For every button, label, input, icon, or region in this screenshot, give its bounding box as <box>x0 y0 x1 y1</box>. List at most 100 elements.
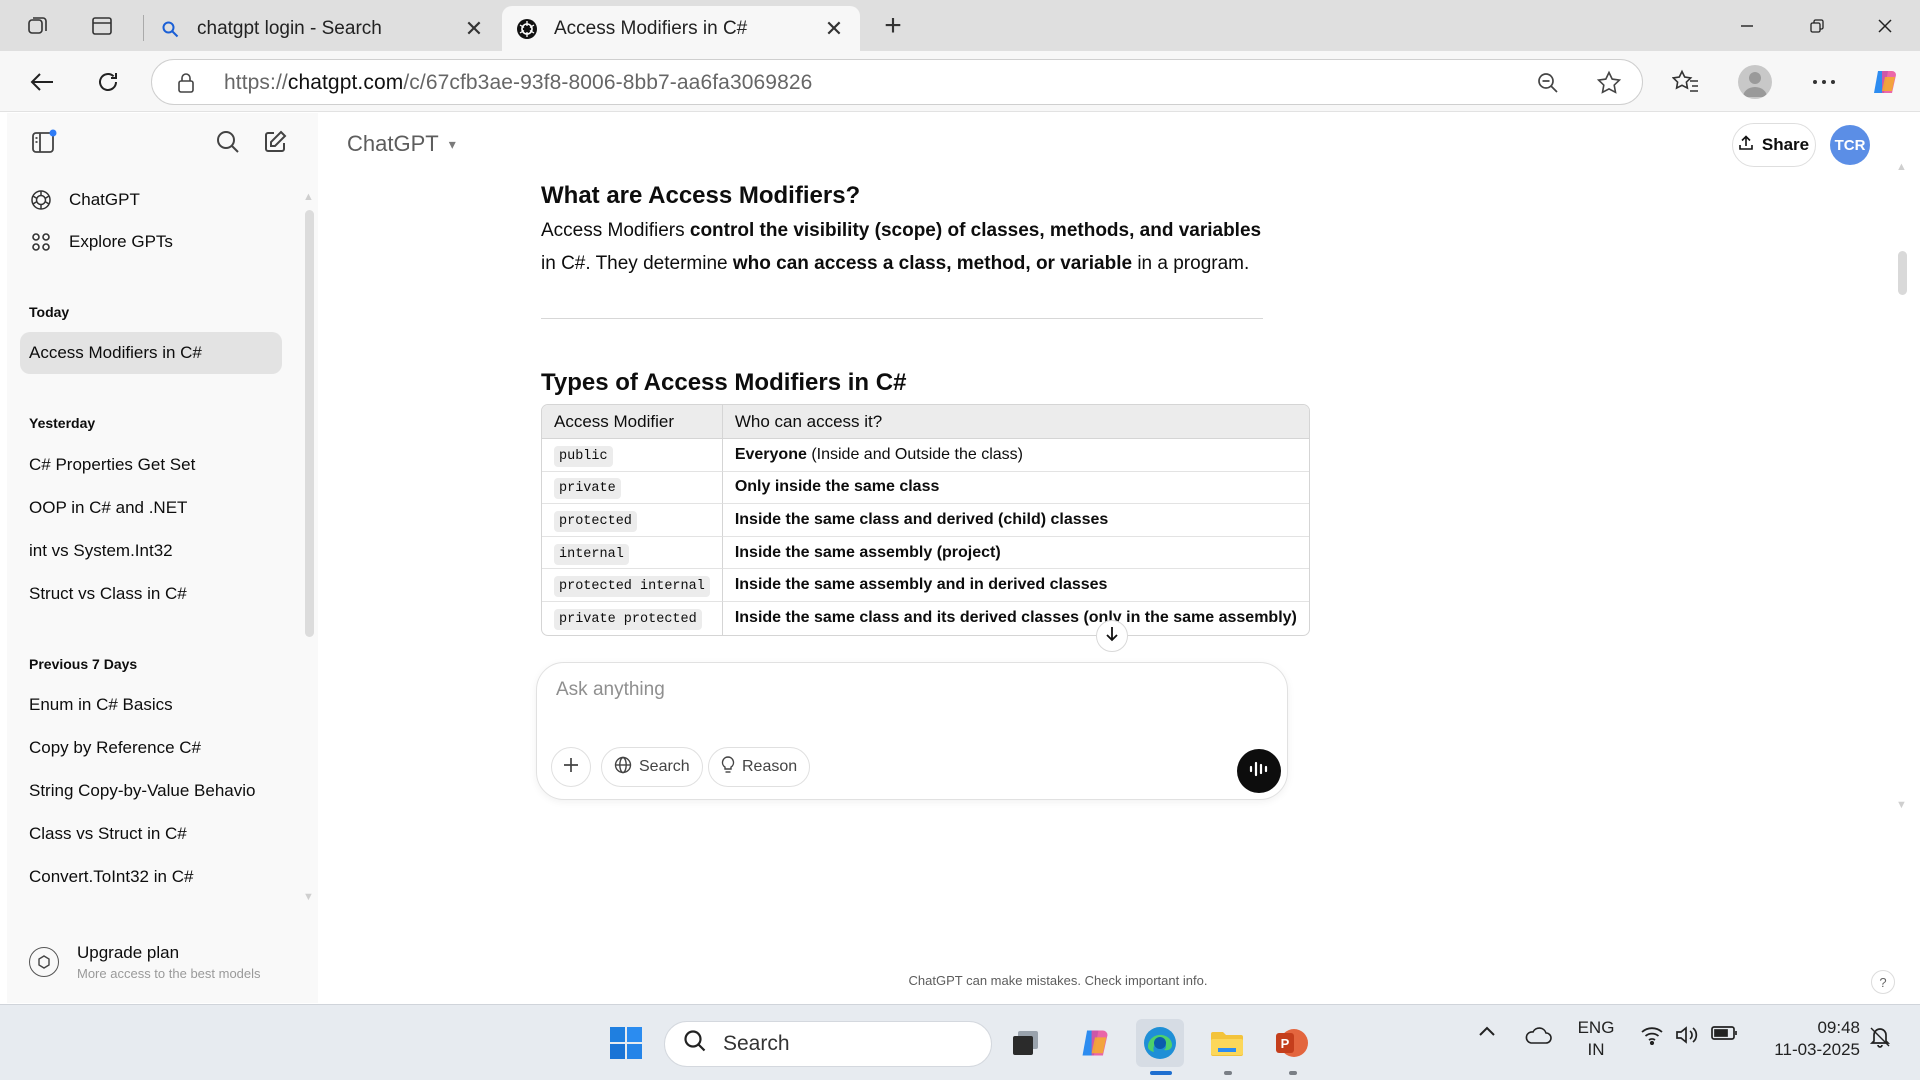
attach-button[interactable] <box>551 747 591 787</box>
browser-profile-avatar[interactable] <box>1738 65 1772 99</box>
url-text[interactable]: https://chatgpt.com/c/67cfb3ae-93f8-8006… <box>224 71 812 95</box>
modifier-cell: private <box>542 471 723 505</box>
notifications-bell-icon[interactable] <box>1868 1025 1892 1049</box>
voice-mode-button[interactable] <box>1237 749 1281 793</box>
globe-icon <box>614 756 632 778</box>
tab-separator <box>143 15 144 41</box>
system-clock[interactable]: 09:48 11-03-2025 <box>1750 1017 1860 1061</box>
chat-history-item[interactable]: OOP in C# and .NET <box>20 487 282 529</box>
heading-types-of-access-modifiers: Types of Access Modifiers in C# <box>541 369 907 396</box>
table-header-row: Access Modifier Who can access it? <box>542 405 1309 439</box>
battery-icon[interactable] <box>1711 1025 1739 1041</box>
arrow-down-icon <box>1105 626 1119 647</box>
tab-search[interactable]: chatgpt login - Search ✕ <box>145 6 500 51</box>
scroll-up-arrow-icon[interactable]: ▲ <box>303 191 314 203</box>
workspaces-icon[interactable] <box>24 12 52 40</box>
search-icon <box>159 18 181 40</box>
section-today: Today <box>29 304 70 320</box>
chat-history-item[interactable]: C# Properties Get Set <box>20 444 282 486</box>
reason-button[interactable]: Reason <box>708 747 811 787</box>
user-avatar[interactable]: TCR <box>1830 125 1870 165</box>
chevron-down-icon: ▾ <box>448 135 456 152</box>
access-bold: Inside the same assembly and in derived … <box>734 576 1108 594</box>
edge-browser-icon[interactable] <box>1136 1019 1184 1067</box>
minimize-button[interactable] <box>1724 10 1770 42</box>
voice-waveform-icon <box>1249 760 1269 783</box>
access-bold: Inside the same class and derived (child… <box>734 510 1109 528</box>
section-yesterday: Yesterday <box>29 415 96 431</box>
wifi-icon[interactable] <box>1640 1025 1664 1045</box>
composer-input[interactable]: Ask anything <box>556 679 665 701</box>
table-header-cell: Who can access it? <box>722 405 1309 439</box>
chat-history-item[interactable]: Class vs Struct in C# <box>20 813 282 855</box>
chat-sidebar: ChatGPT Explore GPTs Today Access Modifi… <box>7 113 318 1003</box>
new-tab-button[interactable]: + <box>878 11 908 42</box>
scroll-down-arrow-icon[interactable]: ▼ <box>303 891 314 903</box>
chat-history-item[interactable]: String Copy-by-Value Behavio <box>20 770 282 812</box>
back-button[interactable] <box>25 65 59 99</box>
new-chat-icon[interactable] <box>260 127 290 157</box>
favorite-star-icon[interactable] <box>1596 70 1622 101</box>
copilot-icon[interactable] <box>1071 1019 1119 1067</box>
volume-icon[interactable] <box>1674 1025 1698 1045</box>
powerpoint-icon[interactable]: P <box>1268 1019 1316 1067</box>
intro-paragraph: Access Modifiers control the visibility … <box>541 214 1263 280</box>
chat-history-item[interactable]: Copy by Reference C# <box>20 727 282 769</box>
lock-icon[interactable] <box>176 71 196 100</box>
more-options-icon[interactable] <box>1807 65 1841 99</box>
restore-button[interactable] <box>1794 10 1840 42</box>
message-composer[interactable]: Ask anything Search Reason <box>536 662 1288 800</box>
plus-icon <box>563 757 579 778</box>
search-icon <box>683 1029 707 1059</box>
file-explorer-icon[interactable] <box>1203 1019 1251 1067</box>
modifier-cell: private protected <box>542 601 723 635</box>
close-tab-icon[interactable]: ✕ <box>822 16 846 41</box>
modifier-code: private protected <box>554 609 702 631</box>
favorites-icon[interactable] <box>1669 65 1703 99</box>
para-bold: who can access a class, method, or varia… <box>732 253 1133 274</box>
scroll-to-bottom-button[interactable] <box>1096 620 1128 652</box>
upgrade-icon <box>29 947 59 977</box>
main-scrollbar[interactable] <box>1898 251 1907 295</box>
grid-icon <box>29 230 53 254</box>
zoom-out-icon[interactable] <box>1536 71 1560 100</box>
close-tab-icon[interactable]: ✕ <box>462 16 486 41</box>
toggle-sidebar-icon[interactable] <box>29 127 59 157</box>
running-app-indicator <box>1224 1071 1232 1075</box>
sidebar-scrollbar[interactable] <box>305 210 314 637</box>
access-cell: Inside the same assembly and in derived … <box>722 569 1309 602</box>
scroll-up-arrow-icon[interactable]: ▲ <box>1896 161 1907 173</box>
taskbar-search[interactable]: Search <box>664 1021 992 1067</box>
chat-history-item[interactable]: Enum in C# Basics <box>20 684 282 726</box>
chat-history-item[interactable]: int vs System.Int32 <box>20 530 282 572</box>
modifier-cell: internal <box>542 536 723 570</box>
url-prefix: https:// <box>224 71 288 94</box>
onedrive-cloud-icon[interactable] <box>1524 1025 1552 1045</box>
chatgpt-logo-icon <box>516 18 538 40</box>
help-button[interactable]: ? <box>1871 970 1895 994</box>
sidebar-nav-chatgpt[interactable]: ChatGPT <box>29 181 140 219</box>
tab-chatgpt[interactable]: Access Modifiers in C# ✕ <box>502 6 860 51</box>
access-bold: Everyone <box>734 445 807 463</box>
show-hidden-icons-chevron-up-icon[interactable] <box>1478 1025 1496 1037</box>
close-window-button[interactable] <box>1862 10 1908 42</box>
modifier-cell: public <box>542 439 723 472</box>
address-bar[interactable]: https://chatgpt.com/c/67cfb3ae-93f8-8006… <box>151 59 1643 105</box>
sidebar-nav-explore-gpts[interactable]: Explore GPTs <box>29 223 173 261</box>
chat-history-item[interactable]: Struct vs Class in C# <box>20 573 282 615</box>
scroll-down-arrow-icon[interactable]: ▼ <box>1896 799 1907 811</box>
search-button[interactable]: Search <box>601 747 703 787</box>
chat-history-item[interactable]: Convert.ToInt32 in C# <box>20 856 282 898</box>
model-selector[interactable]: ChatGPT ▾ <box>347 131 456 157</box>
access-cell: Inside the same class and its derived cl… <box>723 602 1309 635</box>
share-button[interactable]: Share <box>1732 123 1816 167</box>
search-chats-icon[interactable] <box>213 127 243 157</box>
task-view-icon[interactable] <box>1002 1019 1050 1067</box>
upgrade-plan-button[interactable]: Upgrade plan More access to the best mod… <box>29 936 299 988</box>
windows-start-icon[interactable] <box>602 1019 650 1067</box>
chat-history-item[interactable]: Access Modifiers in C# <box>20 332 282 374</box>
copilot-icon[interactable] <box>1868 65 1902 99</box>
language-indicator[interactable]: ENG IN <box>1568 1017 1624 1061</box>
refresh-button[interactable] <box>91 65 125 99</box>
vertical-tabs-icon[interactable] <box>88 12 116 40</box>
